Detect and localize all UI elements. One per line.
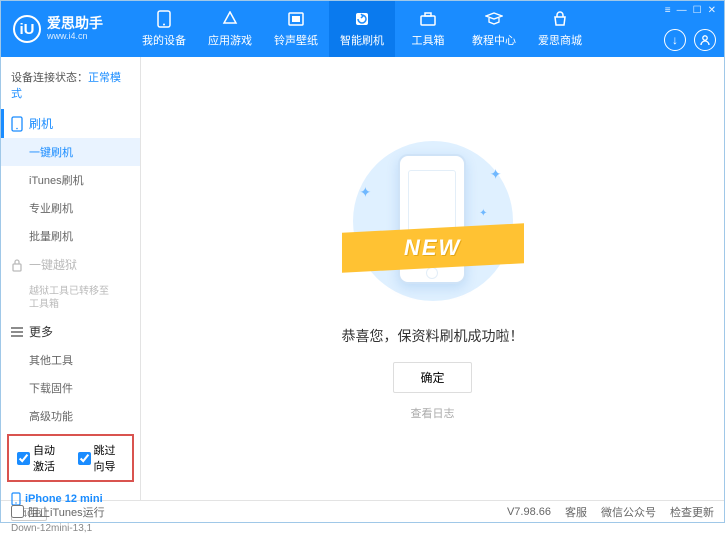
header-actions: ↓ [664, 29, 716, 51]
nav-toolbox[interactable]: 工具箱 [395, 1, 461, 57]
sidebar-item-advanced[interactable]: 高级功能 [1, 402, 140, 430]
nav-ringtone[interactable]: 铃声壁纸 [263, 1, 329, 57]
logo-icon: iU [13, 15, 41, 43]
sidebar-item-oneclick[interactable]: 一键刷机 [1, 138, 140, 166]
nav-apps[interactable]: 应用游戏 [197, 1, 263, 57]
phone-small-icon [11, 116, 23, 132]
close-icon[interactable]: ✕ [708, 5, 716, 16]
user-button[interactable] [694, 29, 716, 51]
view-log-link[interactable]: 查看日志 [411, 405, 455, 421]
options-row: 自动激活 跳过向导 [7, 434, 134, 482]
success-message: 恭喜您，保资料刷机成功啦！ [342, 326, 524, 346]
version-label: V7.98.66 [507, 506, 551, 518]
apps-icon [221, 10, 239, 28]
success-illustration: ✦ ✦ ✦ NEW [348, 136, 518, 306]
block-itunes-checkbox[interactable]: 阻止iTunes运行 [11, 504, 105, 520]
flash-icon [353, 10, 371, 28]
download-button[interactable]: ↓ [664, 29, 686, 51]
main-content: ✦ ✦ ✦ NEW 恭喜您，保资料刷机成功啦！ 确定 查看日志 [141, 57, 724, 500]
wechat-link[interactable]: 微信公众号 [601, 504, 656, 520]
app-name: 爱思助手 [47, 16, 103, 31]
sidebar-item-batch[interactable]: 批量刷机 [1, 222, 140, 250]
app-header: iU 爱思助手 www.i4.cn 我的设备 应用游戏 铃声壁纸 智能刷机 工具… [1, 1, 724, 57]
logo: iU 爱思助手 www.i4.cn [1, 15, 131, 43]
sidebar-item-pro[interactable]: 专业刷机 [1, 194, 140, 222]
ok-button[interactable]: 确定 [393, 362, 471, 393]
nav-my-device[interactable]: 我的设备 [131, 1, 197, 57]
sidebar: 设备连接状态：正常模式 刷机 一键刷机 iTunes刷机 专业刷机 批量刷机 一… [1, 57, 141, 500]
sidebar-more-header[interactable]: 更多 [1, 317, 140, 346]
sidebar-item-itunes[interactable]: iTunes刷机 [1, 166, 140, 194]
maximize-icon[interactable]: ☐ [693, 5, 702, 16]
wallpaper-icon [287, 10, 305, 28]
ribbon-text: NEW [404, 235, 461, 261]
window-controls: ≡ — ☐ ✕ [657, 1, 724, 19]
minimize-icon[interactable]: — [677, 5, 687, 16]
nav-tutorial[interactable]: 教程中心 [461, 1, 527, 57]
phone-icon [155, 10, 173, 28]
toolbox-icon [419, 10, 437, 28]
skip-guide-checkbox[interactable]: 跳过向导 [78, 442, 125, 474]
sidebar-jailbreak-note: 越狱工具已转移至 工具箱 [1, 279, 140, 317]
connection-status: 设备连接状态：正常模式 [1, 65, 140, 109]
device-detail: Down-12mini-13,1 [11, 523, 130, 534]
top-nav: 我的设备 应用游戏 铃声壁纸 智能刷机 工具箱 教程中心 爱思商城 [131, 1, 724, 57]
menu-icon[interactable]: ≡ [665, 5, 671, 16]
sidebar-flash-header[interactable]: 刷机 [1, 109, 140, 138]
sidebar-jailbreak-header[interactable]: 一键越狱 [1, 250, 140, 279]
service-link[interactable]: 客服 [565, 504, 587, 520]
store-icon [551, 10, 569, 28]
auto-activate-checkbox[interactable]: 自动激活 [17, 442, 64, 474]
sidebar-item-other[interactable]: 其他工具 [1, 346, 140, 374]
update-link[interactable]: 检查更新 [670, 504, 714, 520]
app-url: www.i4.cn [47, 32, 103, 42]
list-icon [11, 327, 23, 337]
nav-store[interactable]: 爱思商城 [527, 1, 593, 57]
sidebar-item-download[interactable]: 下载固件 [1, 374, 140, 402]
nav-flash[interactable]: 智能刷机 [329, 1, 395, 57]
lock-icon [11, 258, 23, 272]
tutorial-icon [485, 10, 503, 28]
